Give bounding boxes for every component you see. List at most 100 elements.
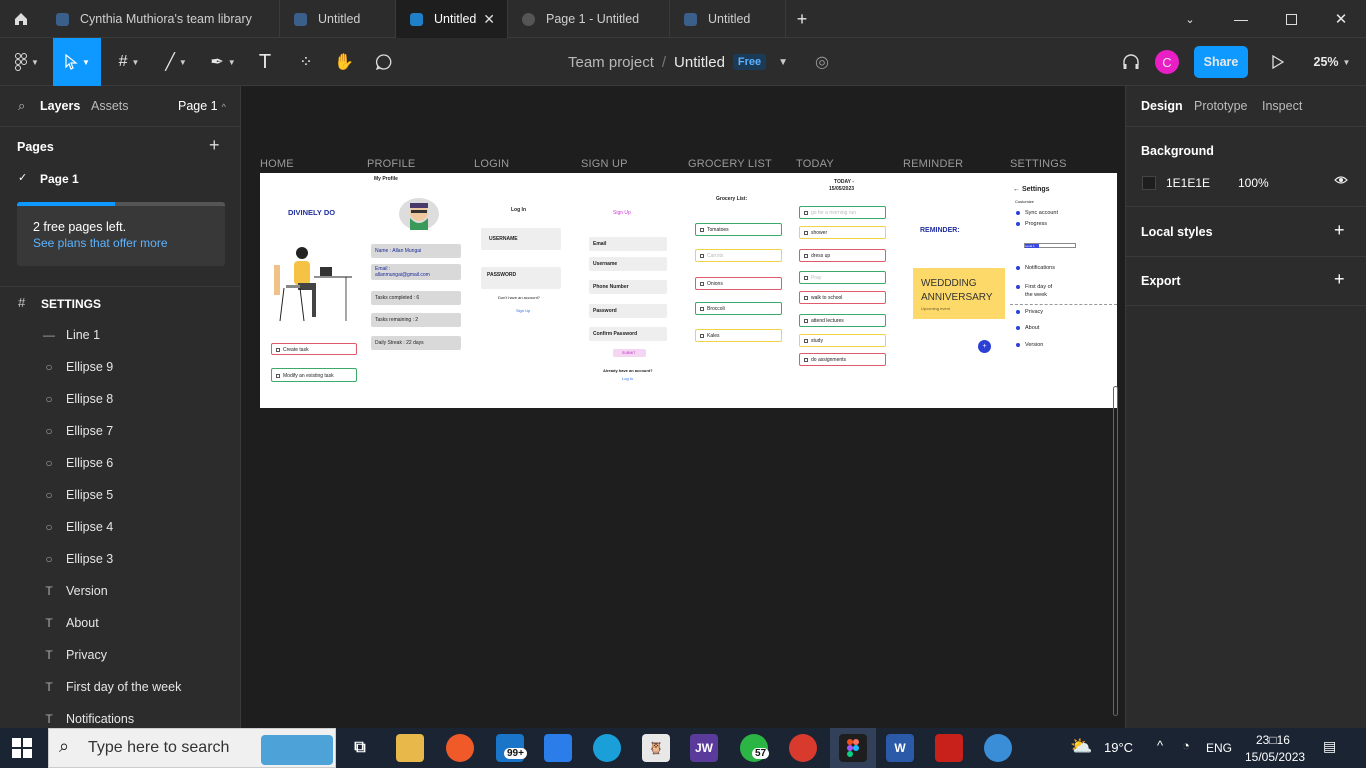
frame-label-signup[interactable]: SIGN UP bbox=[581, 158, 628, 170]
minimize-icon[interactable]: — bbox=[1216, 0, 1266, 38]
reminder-card[interactable]: WEDDDING ANNIVERSARY Upcoming event bbox=[913, 268, 1005, 319]
file-explorer-icon[interactable] bbox=[396, 734, 424, 762]
signup-field[interactable]: Password bbox=[589, 304, 667, 318]
tab-design[interactable]: Design bbox=[1141, 99, 1183, 113]
chevron-down-icon[interactable]: ⌄ bbox=[1166, 0, 1214, 38]
layer-row[interactable]: ○ Ellipse 3 bbox=[0, 543, 240, 575]
file-name[interactable]: Untitled bbox=[674, 54, 725, 71]
settings-first-day[interactable]: First day of bbox=[1016, 284, 1052, 290]
tab-untitled-2[interactable]: Untitled bbox=[670, 0, 786, 38]
home-icon[interactable] bbox=[0, 0, 42, 38]
microsoft-store-icon[interactable] bbox=[544, 734, 572, 762]
tab-untitled-1[interactable]: Untitled bbox=[280, 0, 396, 38]
login-link[interactable]: Log in bbox=[622, 376, 633, 381]
brave-browser-icon[interactable] bbox=[446, 734, 474, 762]
checkbox[interactable] bbox=[804, 275, 808, 280]
today-task-item[interactable]: attend lectures bbox=[799, 314, 886, 327]
mail-icon[interactable]: 99+ bbox=[496, 734, 527, 762]
grocery-item[interactable]: Broccoli bbox=[695, 302, 782, 315]
clock-time[interactable]: 23□16 bbox=[1256, 733, 1290, 747]
background-opacity-input[interactable]: 100% bbox=[1238, 176, 1269, 190]
layer-row[interactable]: ○ Ellipse 4 bbox=[0, 511, 240, 543]
checkbox[interactable] bbox=[804, 338, 808, 343]
modify-task-button[interactable]: Modify an existing task bbox=[271, 368, 357, 382]
edge-browser-icon[interactable] bbox=[593, 734, 621, 762]
settings-about[interactable]: About bbox=[1016, 325, 1039, 331]
design-canvas[interactable]: HOME PROFILE LOGIN SIGN UP GROCERY LIST … bbox=[241, 86, 1125, 728]
frame-label-settings[interactable]: SETTINGS bbox=[1010, 158, 1067, 170]
tab-layers[interactable]: Layers bbox=[40, 99, 80, 113]
layer-row[interactable]: T First day of the week bbox=[0, 671, 240, 703]
word-icon[interactable]: W bbox=[886, 734, 914, 762]
search-icon[interactable]: ⌕ bbox=[18, 98, 25, 114]
settings-sync-account[interactable]: Sync account bbox=[1016, 210, 1058, 216]
audio-headphones-icon[interactable] bbox=[1116, 38, 1146, 86]
visibility-eye-icon[interactable] bbox=[1334, 173, 1348, 190]
taskbar-search-box[interactable]: ⌕ Type here to search bbox=[48, 728, 336, 768]
checkbox[interactable] bbox=[804, 318, 808, 323]
tab-assets[interactable]: Assets bbox=[91, 99, 129, 113]
chrome-browser-icon[interactable] bbox=[789, 734, 817, 762]
background-hex-input[interactable]: 1E1E1E bbox=[1166, 176, 1210, 190]
checkbox[interactable] bbox=[700, 306, 704, 311]
signup-link[interactable]: Sign Up bbox=[516, 308, 530, 313]
weather-cloudy-icon[interactable]: ⛅ bbox=[1070, 736, 1092, 757]
signup-field[interactable]: Username bbox=[589, 257, 667, 271]
add-export-plus-icon[interactable]: + bbox=[1334, 269, 1345, 290]
wifi-icon[interactable]: ◔ bbox=[1182, 738, 1190, 753]
grocery-item[interactable]: Kales bbox=[695, 329, 782, 342]
frame-tool-icon[interactable]: # ▼ bbox=[108, 38, 150, 86]
layer-frame-settings[interactable]: # SETTINGS bbox=[0, 291, 240, 315]
checkbox[interactable] bbox=[700, 253, 704, 258]
settings-version[interactable]: Version bbox=[1016, 342, 1043, 348]
checkbox[interactable] bbox=[804, 357, 808, 362]
whatsapp-icon[interactable]: 57 bbox=[740, 734, 770, 762]
team-project-link[interactable]: Team project bbox=[568, 54, 654, 71]
file-menu-chevron-icon[interactable]: ▼ bbox=[778, 57, 788, 68]
add-page-plus-icon[interactable]: + bbox=[209, 135, 220, 156]
background-color-swatch[interactable] bbox=[1142, 176, 1156, 190]
figma-taskbar-active[interactable] bbox=[830, 728, 876, 768]
checkbox[interactable] bbox=[700, 227, 704, 232]
layer-row[interactable]: ○ Ellipse 9 bbox=[0, 351, 240, 383]
grocery-item[interactable]: Tomatoes bbox=[695, 223, 782, 236]
weather-temp[interactable]: 19°C bbox=[1104, 740, 1133, 755]
canvas-scrollbar[interactable] bbox=[1113, 386, 1118, 716]
zoom-dropdown[interactable]: 25% ▼ bbox=[1306, 38, 1358, 86]
see-plans-link[interactable]: See plans that offer more bbox=[33, 236, 168, 250]
signup-field[interactable]: Confirm Password bbox=[589, 327, 667, 341]
today-task-item[interactable]: Pray bbox=[799, 271, 886, 284]
frame-label-grocery[interactable]: GROCERY LIST bbox=[688, 158, 772, 170]
today-task-item[interactable]: do assignments bbox=[799, 353, 886, 366]
globe-icon[interactable]: ◎ bbox=[810, 38, 834, 86]
grocery-item[interactable]: Onions bbox=[695, 277, 782, 290]
tab-untitled-active[interactable]: Untitled ✕ bbox=[396, 0, 508, 38]
frame-label-home[interactable]: HOME bbox=[260, 158, 294, 170]
password-input[interactable]: PASSWORD bbox=[481, 267, 561, 289]
layer-row[interactable]: ○ Ellipse 7 bbox=[0, 415, 240, 447]
checkbox[interactable] bbox=[804, 253, 808, 258]
username-input[interactable]: USERNAME bbox=[481, 228, 561, 250]
page-item-page-1[interactable]: ✓ Page 1 bbox=[0, 168, 240, 190]
frames-strip[interactable]: DIVINELY DO Create task Modify an existi… bbox=[260, 173, 1117, 408]
checkbox[interactable] bbox=[700, 281, 704, 286]
frame-label-today[interactable]: TODAY bbox=[796, 158, 834, 170]
share-button[interactable]: Share bbox=[1194, 38, 1248, 86]
frame-label-reminder[interactable]: REMINDER bbox=[903, 158, 963, 170]
signup-field[interactable]: Phone Number bbox=[589, 280, 667, 294]
checkbox[interactable] bbox=[804, 210, 808, 215]
close-window-icon[interactable]: ✕ bbox=[1316, 0, 1366, 38]
task-view-icon[interactable]: ⧉ bbox=[346, 734, 374, 762]
frame-label-profile[interactable]: PROFILE bbox=[367, 158, 415, 170]
language-indicator[interactable]: ENG bbox=[1206, 741, 1232, 755]
page-selector[interactable]: Page 1 ^ bbox=[178, 99, 226, 113]
acrobat-icon[interactable] bbox=[935, 734, 963, 762]
line-tool-icon[interactable]: ╱ ▼ bbox=[155, 38, 197, 86]
checkbox[interactable] bbox=[700, 333, 704, 338]
move-tool-icon[interactable]: ▼ bbox=[53, 38, 101, 86]
settings-progress[interactable]: Progress bbox=[1016, 221, 1047, 227]
layer-row[interactable]: ○ Ellipse 5 bbox=[0, 479, 240, 511]
tab-team-library[interactable]: Cynthia Muthiora's team library bbox=[42, 0, 280, 38]
layer-row[interactable]: T Notifications bbox=[0, 703, 240, 728]
layer-row[interactable]: ○ Ellipse 8 bbox=[0, 383, 240, 415]
